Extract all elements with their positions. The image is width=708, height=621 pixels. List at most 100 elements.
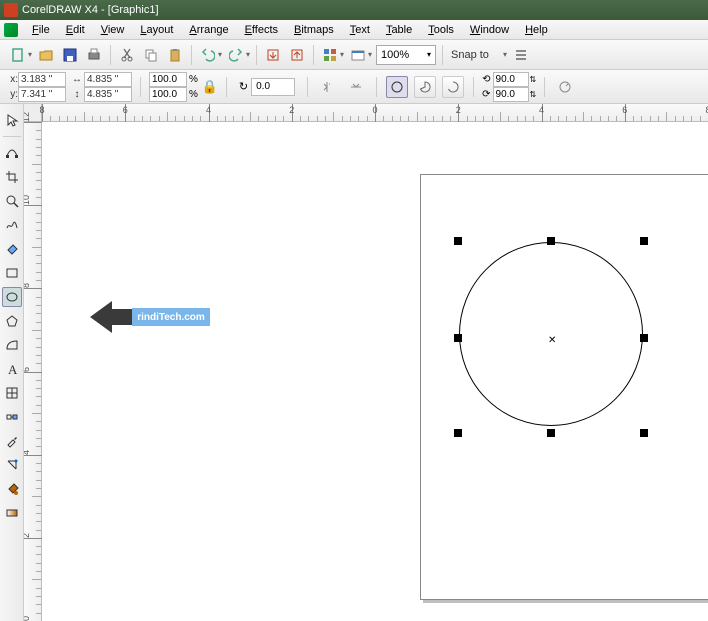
- menu-bitmaps[interactable]: Bitmaps: [294, 24, 334, 36]
- y-field[interactable]: 7.341 ": [18, 87, 66, 102]
- ellipse-tool[interactable]: [2, 287, 22, 307]
- menu-tools[interactable]: Tools: [428, 24, 454, 36]
- arc-shape-button[interactable]: [442, 76, 464, 98]
- pie-shape-button[interactable]: [414, 76, 436, 98]
- y-label: y:: [6, 89, 18, 100]
- scale-x-field[interactable]: 100.0: [149, 72, 187, 87]
- menu-view[interactable]: View: [101, 24, 125, 36]
- export-button[interactable]: [286, 44, 308, 66]
- menu-layout[interactable]: Layout: [140, 24, 173, 36]
- svg-text:A: A: [8, 362, 18, 376]
- menu-text[interactable]: Text: [350, 24, 370, 36]
- menu-window[interactable]: Window: [470, 24, 509, 36]
- interactive-fill-tool[interactable]: [2, 503, 22, 523]
- undo-dropdown[interactable]: ▾: [218, 50, 224, 59]
- smart-fill-tool[interactable]: [2, 239, 22, 259]
- menu-file[interactable]: File: [32, 24, 50, 36]
- ruler-tick-label: 4: [206, 105, 211, 115]
- selection-handle-middle-right[interactable]: [640, 334, 648, 342]
- app-launcher-button[interactable]: [319, 44, 341, 66]
- print-button[interactable]: [83, 44, 105, 66]
- welcome-button[interactable]: [347, 44, 369, 66]
- new-button[interactable]: [7, 44, 29, 66]
- cut-button[interactable]: [116, 44, 138, 66]
- welcome-dropdown[interactable]: ▾: [368, 50, 374, 59]
- import-button[interactable]: [262, 44, 284, 66]
- ruler-vertical[interactable]: 121086420: [24, 122, 42, 621]
- height-field[interactable]: 4.835 ": [84, 87, 132, 102]
- lock-ratio-button[interactable]: 🔒: [202, 73, 218, 101]
- scale-y-field[interactable]: 100.0: [149, 87, 187, 102]
- titlebar: CorelDRAW X4 - [Graphic1]: [0, 0, 708, 20]
- ruler-tick-label: 4: [24, 450, 31, 455]
- mirror-vertical-button[interactable]: [345, 76, 367, 98]
- shape-tool[interactable]: [2, 143, 22, 163]
- table-tool[interactable]: [2, 383, 22, 403]
- ellipse-object[interactable]: [459, 242, 643, 426]
- app-icon: [4, 3, 18, 17]
- text-tool[interactable]: A: [2, 359, 22, 379]
- undo-button[interactable]: [197, 44, 219, 66]
- app-launcher-dropdown[interactable]: ▾: [340, 50, 346, 59]
- snap-to-label[interactable]: Snap to: [451, 49, 501, 61]
- workspace: A 864202468 121086420 ✕ rindiTech.com: [0, 104, 708, 621]
- mirror-horizontal-button[interactable]: [317, 76, 339, 98]
- menu-arrange[interactable]: Arrange: [189, 24, 228, 36]
- spinner-icon[interactable]: ⇅: [530, 75, 537, 84]
- ruler-tick-label: 6: [24, 366, 31, 371]
- rectangle-tool[interactable]: [2, 263, 22, 283]
- outline-tool[interactable]: [2, 455, 22, 475]
- menu-effects[interactable]: Effects: [245, 24, 278, 36]
- paste-button[interactable]: [164, 44, 186, 66]
- selection-handle-middle-left[interactable]: [454, 334, 462, 342]
- interactive-tool[interactable]: [2, 407, 22, 427]
- selection-handle-top-left[interactable]: [454, 237, 462, 245]
- options-button[interactable]: [510, 44, 532, 66]
- toolbar-separator: [313, 45, 314, 65]
- canvas-area[interactable]: 864202468 121086420 ✕ rindiTech.com: [24, 104, 708, 621]
- document-icon[interactable]: [4, 23, 18, 37]
- watermark-label: rindiTech.com: [132, 308, 210, 326]
- basic-shapes-tool[interactable]: [2, 335, 22, 355]
- selection-center-icon[interactable]: ✕: [548, 335, 556, 346]
- standard-toolbar: ▾ ▾ ▾ ▾ ▾ 100%▾ Snap to ▾: [0, 40, 708, 70]
- new-dropdown[interactable]: ▾: [28, 50, 34, 59]
- selection-handle-bottom-center[interactable]: [547, 429, 555, 437]
- toolbar-separator: [110, 45, 111, 65]
- width-icon: ↔: [70, 74, 84, 85]
- redo-dropdown[interactable]: ▾: [246, 50, 252, 59]
- redo-button[interactable]: [225, 44, 247, 66]
- spinner-icon[interactable]: ⇅: [530, 90, 537, 99]
- eyedropper-tool[interactable]: [2, 431, 22, 451]
- percent-label: %: [189, 89, 198, 100]
- zoom-level[interactable]: 100%▾: [376, 45, 436, 65]
- toolbox: A: [0, 104, 24, 621]
- copy-button[interactable]: [140, 44, 162, 66]
- freehand-tool[interactable]: [2, 215, 22, 235]
- menu-help[interactable]: Help: [525, 24, 548, 36]
- menu-edit[interactable]: Edit: [66, 24, 85, 36]
- direction-button[interactable]: [554, 76, 576, 98]
- crop-tool[interactable]: [2, 167, 22, 187]
- width-field[interactable]: 4.835 ": [84, 72, 132, 87]
- arc-angles-group: ⟲ 90.0 ⇅ ⟳ 90.0 ⇅: [482, 72, 536, 101]
- fill-tool[interactable]: [2, 479, 22, 499]
- pick-tool[interactable]: [2, 110, 22, 130]
- polygon-tool[interactable]: [2, 311, 22, 331]
- ruler-tick-label: 6: [622, 105, 627, 115]
- end-angle-field[interactable]: 90.0: [493, 87, 529, 102]
- rotation-field[interactable]: 0.0: [251, 78, 295, 96]
- selection-handle-bottom-right[interactable]: [640, 429, 648, 437]
- menu-table[interactable]: Table: [386, 24, 412, 36]
- open-button[interactable]: [35, 44, 57, 66]
- selection-handle-top-center[interactable]: [547, 237, 555, 245]
- zoom-tool[interactable]: [2, 191, 22, 211]
- x-field[interactable]: 3.183 ": [18, 72, 66, 87]
- selection-handle-bottom-left[interactable]: [454, 429, 462, 437]
- selection-handle-top-right[interactable]: [640, 237, 648, 245]
- start-angle-field[interactable]: 90.0: [493, 72, 529, 87]
- snap-dropdown[interactable]: ▾: [503, 50, 509, 59]
- save-button[interactable]: [59, 44, 81, 66]
- ruler-horizontal[interactable]: 864202468: [42, 104, 708, 122]
- ellipse-shape-button[interactable]: [386, 76, 408, 98]
